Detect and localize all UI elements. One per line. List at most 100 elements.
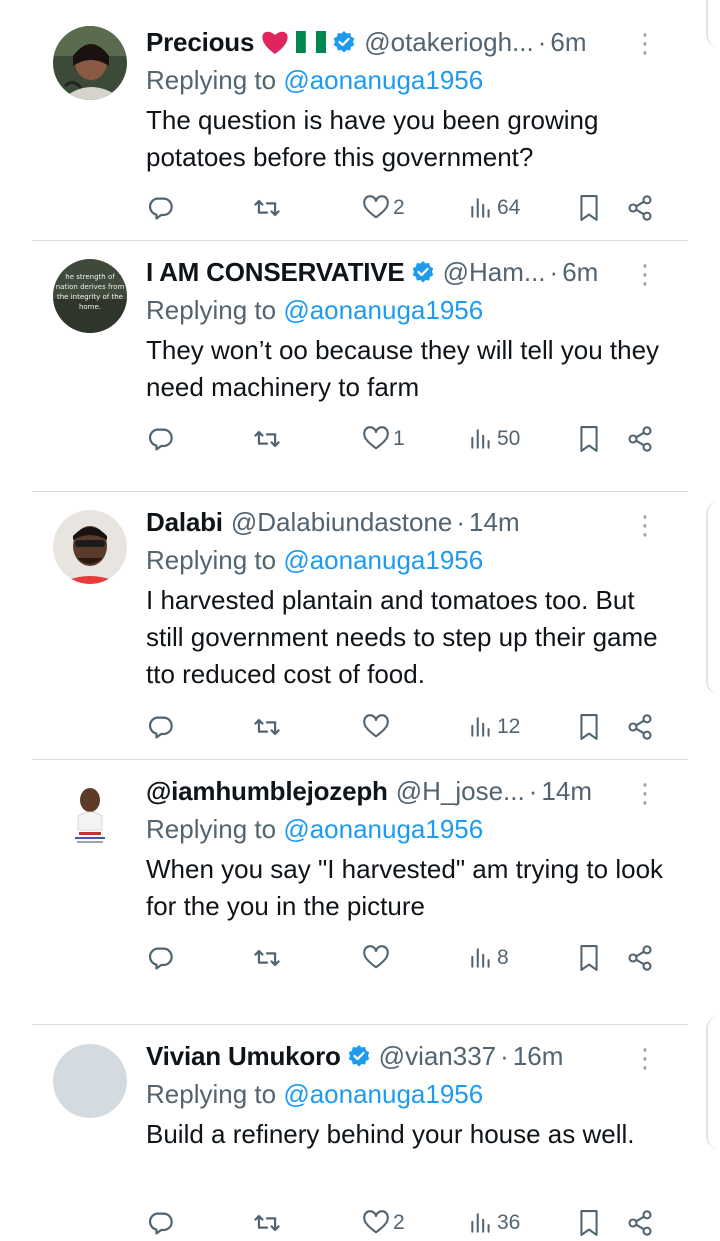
mention-link[interactable]: @aonanuga1956 [283,1079,483,1109]
views-count: 8 [497,946,509,969]
share-icon [626,425,654,453]
like-button[interactable]: 1 [362,421,405,457]
replies-feed: Precious @otakeriogh... · 6m Replying to… [0,0,720,1236]
bookmark-button[interactable] [576,421,602,457]
views-button[interactable]: 8 [468,940,509,976]
replying-to-line: Replying to @aonanuga1956 [146,292,676,328]
author-handle[interactable]: @vian337 [379,1041,496,1072]
separator-dot: · [537,26,547,57]
bookmark-icon [576,193,602,223]
more-options-icon[interactable]: ⋮ [632,30,658,56]
replying-to-line: Replying to @aonanuga1956 [146,1076,676,1112]
tweet-header: Vivian Umukoro @vian337 · 16m [146,1036,676,1076]
like-button[interactable] [362,709,393,745]
retweet-button[interactable] [252,421,282,457]
author-name[interactable]: Vivian Umukoro [146,1041,341,1072]
tweet-text: The question is have you been growing po… [146,105,599,172]
mention-link[interactable]: @aonanuga1956 [283,545,483,575]
views-button[interactable]: 12 [468,709,520,745]
retweet-button[interactable] [252,709,282,745]
bookmark-button[interactable] [576,1205,602,1241]
avatar-caption-line: the integrity of the [57,293,123,301]
avatar[interactable]: he strength of nation derives from the i… [53,259,127,333]
reply-tweet[interactable]: Vivian Umukoro @vian337 · 16m Replying t… [0,1025,720,1236]
mention-link[interactable]: @aonanuga1956 [283,814,483,844]
author-handle[interactable]: @Ham... [443,257,546,288]
tweet-text: I harvested plantain and tomatoes too. B… [146,585,658,689]
author-handle[interactable]: @otakeriogh... [364,27,533,58]
scroll-edge-indicator [706,1015,720,1150]
views-button[interactable]: 50 [468,421,520,457]
author-handle[interactable]: @Dalabiundastone [231,507,453,538]
avatar[interactable] [53,776,127,850]
timestamp[interactable]: 14m [469,507,520,538]
reply-button[interactable] [146,709,174,745]
bookmark-button[interactable] [576,940,602,976]
like-button[interactable]: 2 [362,190,405,226]
views-icon [468,194,494,222]
like-icon [362,425,390,453]
reply-tweet[interactable]: Dalabi @Dalabiundastone · 14m Replying t… [0,492,720,759]
more-options-icon[interactable]: ⋮ [632,261,658,287]
author-name[interactable]: @iamhumblejozeph [146,776,388,807]
replying-to-line: Replying to @aonanuga1956 [146,62,676,98]
bookmark-icon [576,943,602,973]
author-name[interactable]: Precious [146,27,254,58]
author-name[interactable]: Dalabi [146,507,223,538]
retweet-button[interactable] [252,190,282,226]
timestamp[interactable]: 14m [541,776,592,807]
retweet-button[interactable] [252,940,282,976]
mention-link[interactable]: @aonanuga1956 [283,65,483,95]
avatar-caption-line: nation derives from [56,283,125,291]
author-handle[interactable]: @H_jose... [396,776,525,807]
views-icon [468,944,494,972]
like-button[interactable] [362,940,393,976]
reply-tweet[interactable]: @iamhumblejozeph @H_jose... · 14m Replyi… [0,760,720,1024]
views-button[interactable]: 64 [468,190,520,226]
avatar[interactable] [53,1044,127,1118]
tweet-text: Build a refinery behind your house as we… [146,1119,635,1149]
reply-button[interactable] [146,940,174,976]
share-button[interactable] [626,190,654,226]
like-count: 2 [393,196,405,219]
replying-label: Replying to [146,1079,284,1109]
views-icon [468,425,494,453]
reply-button[interactable] [146,190,174,226]
reply-tweet[interactable]: he strength of nation derives from the i… [0,241,720,491]
timestamp[interactable]: 6m [550,27,586,58]
share-button[interactable] [626,709,654,745]
views-count: 36 [497,1211,521,1234]
views-button[interactable]: 36 [468,1205,520,1241]
reply-button[interactable] [146,1205,174,1241]
tweet-text: When you say "I harvested" am trying to … [146,854,664,921]
avatar[interactable] [53,26,127,100]
retweet-icon [252,1209,282,1237]
bookmark-button[interactable] [576,190,602,226]
reply-tweet[interactable]: Precious @otakeriogh... · 6m Replying to… [0,0,720,240]
more-options-icon[interactable]: ⋮ [632,512,658,538]
timestamp[interactable]: 16m [513,1041,564,1072]
more-options-icon[interactable]: ⋮ [632,780,658,806]
timestamp[interactable]: 6m [562,257,598,288]
like-icon [362,194,390,222]
author-name[interactable]: I AM CONSERVATIVE [146,257,405,288]
reply-button[interactable] [146,421,174,457]
verified-badge-icon [411,260,435,284]
share-button[interactable] [626,940,654,976]
bookmark-button[interactable] [576,709,602,745]
like-button[interactable]: 2 [362,1205,405,1241]
share-button[interactable] [626,421,654,457]
bookmark-icon [576,424,602,454]
verified-badge-icon [332,30,356,54]
tweet-header: Precious @otakeriogh... · 6m [146,22,676,62]
replying-to-line: Replying to @aonanuga1956 [146,542,676,578]
mention-link[interactable]: @aonanuga1956 [283,295,483,325]
like-icon [362,1209,390,1237]
replying-label: Replying to [146,814,284,844]
share-button[interactable] [626,1205,654,1241]
retweet-button[interactable] [252,1205,282,1241]
more-options-icon[interactable]: ⋮ [632,1045,658,1071]
share-icon [626,944,654,972]
reply-icon [146,713,174,741]
avatar[interactable] [53,510,127,584]
